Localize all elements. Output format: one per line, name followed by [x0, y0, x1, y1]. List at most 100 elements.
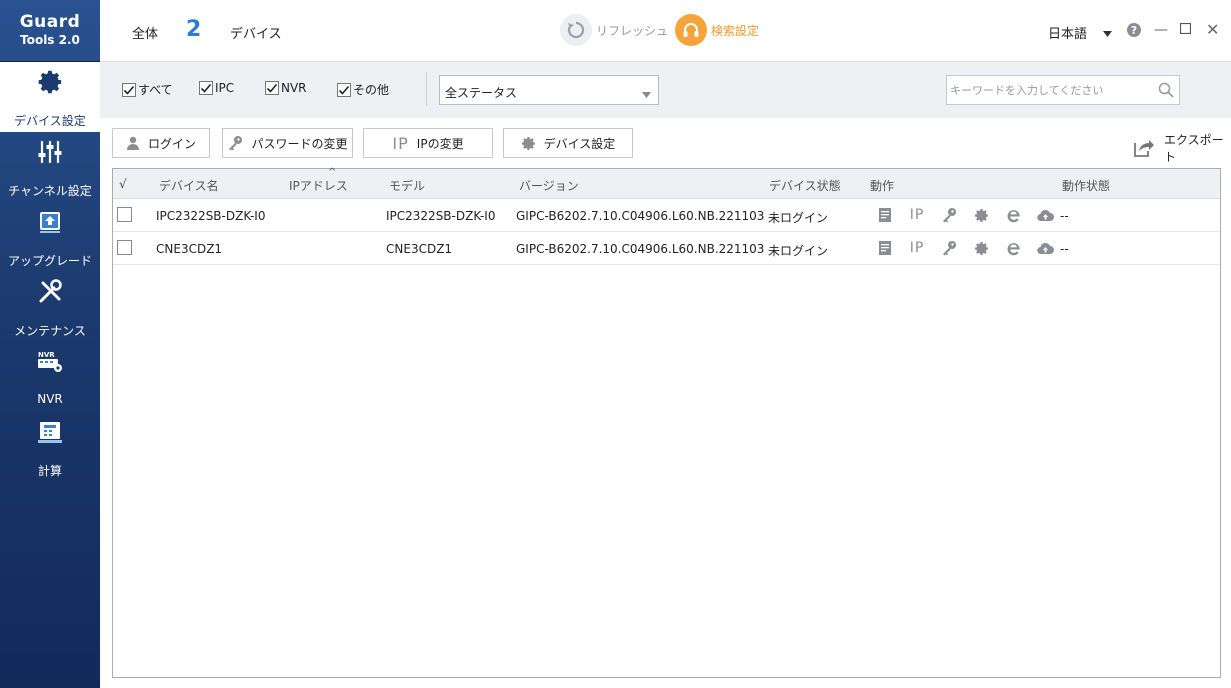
- refresh-label: リフレッシュ: [596, 23, 669, 38]
- table-row[interactable]: CNE3CDZ1 CNE3CDZ1 GIPC-B6202.7.10.C04906…: [113, 232, 1220, 265]
- table-header: √ デバイス名 IPアドレス ^ モデル バージョン デバイス状態 動作 動作状…: [113, 167, 1220, 199]
- tools-icon: [34, 276, 66, 308]
- svg-text:NVR: NVR: [38, 351, 55, 359]
- column-header-ip[interactable]: IPアドレス: [289, 177, 348, 194]
- search-settings-button[interactable]: 検索設定: [675, 14, 759, 46]
- document-icon[interactable]: [869, 203, 901, 227]
- change-password-label: パスワードの変更: [251, 136, 348, 151]
- chevron-down-icon: [642, 87, 651, 101]
- row-actions: IP: [869, 203, 1061, 227]
- column-header-name[interactable]: デバイス名: [159, 177, 219, 194]
- filter-nvr-label: NVR: [281, 81, 307, 95]
- upgrade-icon: [34, 206, 66, 238]
- filter-all-label: すべて: [138, 83, 173, 97]
- cell-version: GIPC-B6202.7.10.C04906.L60.NB.221103: [516, 209, 765, 223]
- app-logo: Guard Tools 2.0: [0, 0, 100, 62]
- sidebar-item-label: デバイス設定: [14, 114, 86, 128]
- filter-all-checkbox[interactable]: すべて: [122, 81, 173, 98]
- change-ip-button[interactable]: IP IPの変更: [363, 128, 493, 158]
- browser-icon[interactable]: [997, 203, 1029, 227]
- all-label: 全体: [132, 27, 159, 42]
- filter-bar: すべて IPC NVR その他 全ステータス: [100, 62, 1231, 118]
- search-icon[interactable]: [1158, 82, 1174, 101]
- cell-model: IPC2322SB-DZK-I0: [386, 209, 496, 223]
- keyword-search-box: [946, 75, 1180, 105]
- row-checkbox[interactable]: [117, 240, 132, 255]
- sidebar-item-nvr[interactable]: NVR NVR: [0, 342, 100, 412]
- filter-ipc-label: IPC: [215, 81, 235, 95]
- gear-icon[interactable]: [965, 203, 997, 227]
- column-header-op-status[interactable]: 動作状態: [1062, 177, 1110, 194]
- filter-ipc-checkbox[interactable]: IPC: [199, 81, 234, 95]
- column-header-version[interactable]: バージョン: [519, 177, 579, 194]
- filter-other-label: その他: [353, 83, 390, 97]
- status-filter-select[interactable]: 全ステータス: [439, 75, 659, 105]
- logo-line1: Guard: [19, 12, 81, 32]
- divider: [426, 72, 427, 106]
- refresh-icon: [560, 14, 592, 46]
- table-row[interactable]: IPC2322SB-DZK-I0 IPC2322SB-DZK-I0 GIPC-B…: [113, 199, 1220, 232]
- maximize-icon[interactable]: [1179, 22, 1192, 37]
- nvr-icon: NVR: [34, 346, 66, 378]
- document-icon[interactable]: [869, 236, 901, 260]
- sidebar-item-label: 計算: [37, 464, 62, 478]
- cell-device-name: IPC2322SB-DZK-I0: [156, 209, 266, 223]
- export-icon: [1132, 136, 1154, 161]
- gear-icon: [521, 136, 536, 151]
- select-all-header[interactable]: √: [119, 177, 127, 191]
- sidebar: Guard Tools 2.0 デバイス設定 チャンネル設定 アップグレード メ…: [0, 0, 100, 688]
- browser-icon[interactable]: [997, 236, 1029, 260]
- column-header-status[interactable]: デバイス状態: [769, 177, 841, 194]
- sidebar-item-upgrade[interactable]: アップグレード: [0, 202, 100, 272]
- sidebar-item-label: NVR: [37, 392, 63, 406]
- sidebar-item-channel-settings[interactable]: チャンネル設定: [0, 132, 100, 202]
- column-header-ops: 動作: [870, 179, 895, 193]
- checkbox-checked-icon: [199, 81, 213, 95]
- device-settings-button[interactable]: デバイス設定: [503, 128, 633, 158]
- headset-icon: [675, 14, 707, 46]
- user-icon: [126, 136, 140, 150]
- sidebar-item-calculator[interactable]: 計算: [0, 412, 100, 482]
- sidebar-item-device-settings[interactable]: デバイス設定: [0, 62, 100, 132]
- chevron-down-icon[interactable]: [1103, 26, 1112, 40]
- cell-op-status: --: [1060, 242, 1069, 256]
- top-bar: 全体 2 デバイス リフレッシュ 検索設定 日本語 ? — ✕: [100, 0, 1231, 62]
- logo-line2: Tools 2.0: [20, 33, 80, 47]
- close-icon[interactable]: ✕: [1206, 20, 1219, 39]
- sidebar-item-label: チャンネル設定: [8, 184, 92, 198]
- checkbox-checked-icon: [265, 81, 279, 95]
- checkbox-checked-icon: [337, 82, 351, 97]
- change-password-button[interactable]: パスワードの変更: [222, 128, 353, 158]
- gear-icon[interactable]: [965, 236, 997, 260]
- cell-status: 未ログイン: [768, 211, 829, 225]
- login-label: ログイン: [147, 136, 196, 151]
- minimize-icon[interactable]: —: [1154, 22, 1168, 38]
- help-icon[interactable]: ?: [1126, 22, 1142, 41]
- cell-status: 未ログイン: [768, 244, 829, 258]
- ip-icon[interactable]: IP: [901, 203, 933, 227]
- language-select[interactable]: 日本語: [1048, 23, 1087, 42]
- change-ip-label: IPの変更: [416, 136, 464, 151]
- cell-device-name: CNE3CDZ1: [156, 242, 223, 256]
- filter-nvr-checkbox[interactable]: NVR: [265, 81, 307, 95]
- sidebar-item-label: メンテナンス: [14, 324, 86, 338]
- keyword-search-input[interactable]: [947, 76, 1147, 104]
- export-button[interactable]: エクスポート: [1132, 131, 1231, 165]
- refresh-button[interactable]: リフレッシュ: [560, 14, 668, 46]
- device-count-unit: デバイス: [230, 27, 282, 42]
- row-actions: IP: [869, 236, 1061, 260]
- row-checkbox[interactable]: [117, 207, 132, 222]
- cell-op-status: --: [1060, 209, 1069, 223]
- cloud-upgrade-icon[interactable]: [1029, 236, 1061, 260]
- key-icon[interactable]: [933, 203, 965, 227]
- login-button[interactable]: ログイン: [112, 128, 210, 158]
- ip-icon[interactable]: IP: [901, 236, 933, 260]
- key-icon: [227, 135, 243, 151]
- cloud-upgrade-icon[interactable]: [1029, 203, 1061, 227]
- column-header-model[interactable]: モデル: [389, 177, 425, 194]
- filter-other-checkbox[interactable]: その他: [337, 81, 389, 98]
- checkbox-checked-icon: [122, 82, 136, 97]
- cell-version: GIPC-B6202.7.10.C04906.L60.NB.221103: [516, 242, 765, 256]
- sidebar-item-maintenance[interactable]: メンテナンス: [0, 272, 100, 342]
- key-icon[interactable]: [933, 236, 965, 260]
